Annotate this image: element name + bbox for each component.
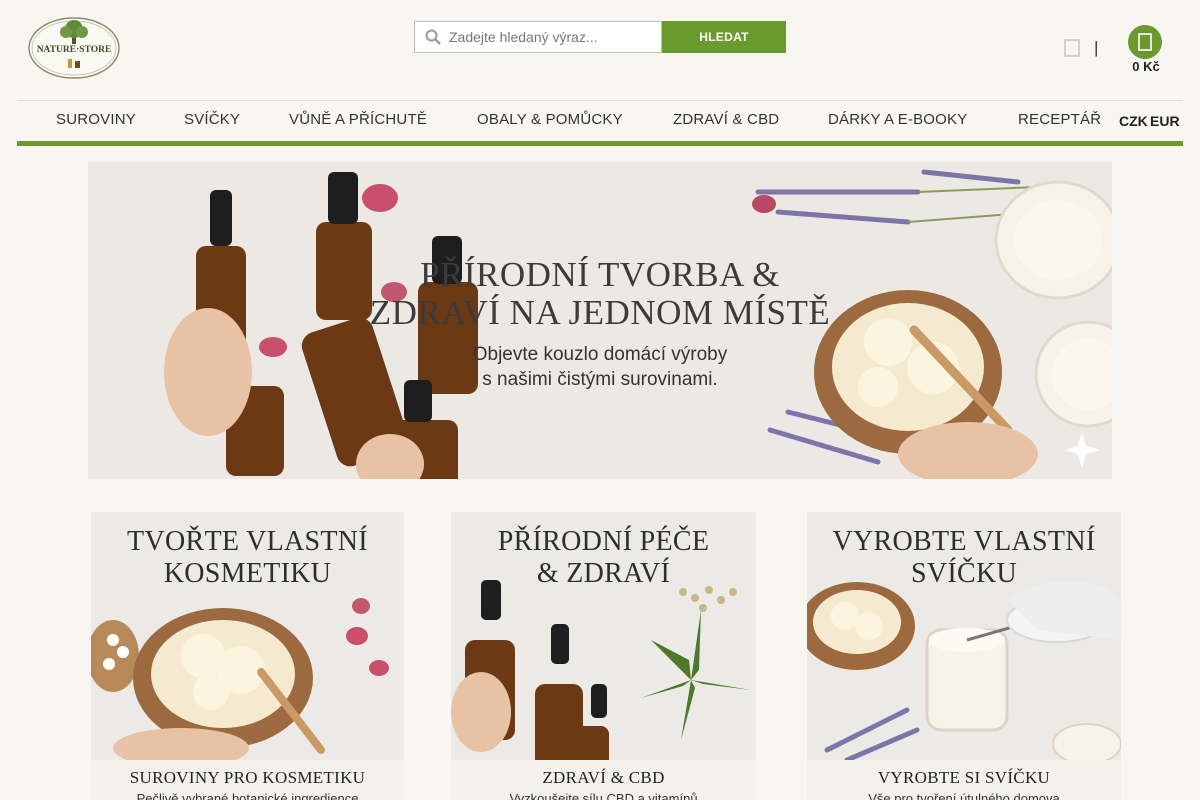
search-input[interactable] — [449, 29, 649, 45]
nav-item-svicky[interactable]: SVÍČKY — [184, 111, 240, 128]
card-image-svicky — [807, 581, 1121, 760]
nav-item-receptar[interactable]: RECEPTÁŘ — [1018, 111, 1101, 128]
currency-czk[interactable]: CZK — [1119, 113, 1148, 129]
search-form: HLEDAT — [414, 21, 786, 53]
currency-eur[interactable]: EUR — [1150, 113, 1180, 129]
card-footer: SUROVINY PRO KOSMETIKU Pečlivě vybrané b… — [91, 760, 404, 800]
nav-item-zdravi[interactable]: ZDRAVÍ & CBD — [673, 111, 779, 128]
user-icon[interactable] — [1064, 38, 1080, 58]
card-footer: VYROBTE SI SVÍČKU Vše pro tvoření útulné… — [807, 760, 1121, 800]
search-icon — [425, 29, 441, 45]
card-footer-description: Pečlivě vybrané botanické ingredience — [136, 791, 359, 800]
cart-amount[interactable]: 0 Kč — [1122, 59, 1170, 74]
hero-subtitle: Objevte kouzlo domácí výroby s našimi či… — [472, 344, 728, 390]
card-footer-description: Vyzkoušejte sílu CBD a vitamínů — [509, 791, 698, 800]
svg-text:NATURE·STORE: NATURE·STORE — [37, 45, 112, 55]
category-card-svicky[interactable]: VYROBTE VLASTNÍ SVÍČKU VYROBTE SI SVÍČKU… — [807, 512, 1121, 800]
nav-item-darky[interactable]: DÁRKY A E-BOOKY — [828, 111, 967, 128]
card-footer-title: ZDRAVÍ & CBD — [542, 768, 665, 787]
main-nav: SUROVINY SVÍČKY VŮNĚ A PŘÍCHUTĚ OBALY & … — [17, 101, 1183, 141]
card-footer: ZDRAVÍ & CBD Vyzkoušejte sílu CBD a vita… — [451, 760, 756, 800]
nav-item-vune[interactable]: VŮNĚ A PŘÍCHUTĚ — [289, 111, 427, 128]
hero-banner[interactable]: PŘÍRODNÍ TVORBA & ZDRAVÍ NA JEDNOM MÍSTĚ… — [88, 162, 1112, 479]
nature-store-logo[interactable]: NATURE·STORE — [28, 17, 120, 79]
search-button[interactable]: HLEDAT — [662, 21, 786, 53]
card-footer-description: Vše pro tvoření útulného domova — [868, 791, 1060, 800]
card-footer-title: SUROVINY PRO KOSMETIKU — [129, 768, 366, 787]
hero-title: PŘÍRODNÍ TVORBA & ZDRAVÍ NA JEDNOM MÍSTĚ — [369, 255, 831, 332]
category-card-zdravi[interactable]: PŘÍRODNÍ PÉČE & ZDRAVÍ ZDRAVÍ & CBD Vyzk… — [451, 512, 756, 800]
card-image-zdravi — [451, 580, 751, 760]
nav-accent-bar — [17, 141, 1183, 146]
category-card-kosmetika[interactable]: TVOŘTE VLASTNÍ KOSMETIKU SUROVINY PRO KO… — [91, 512, 404, 800]
nav-item-suroviny[interactable]: SUROVINY — [56, 111, 136, 128]
card-footer-title: VYROBTE SI SVÍČKU — [877, 768, 1051, 787]
search-field[interactable] — [414, 21, 662, 53]
card-image-kosmetika — [91, 598, 389, 760]
cart-button[interactable] — [1128, 25, 1162, 59]
nav-item-obaly[interactable]: OBALY & POMŮCKY — [477, 111, 623, 128]
header-separator: | — [1094, 38, 1099, 57]
cart-icon — [1138, 33, 1152, 51]
